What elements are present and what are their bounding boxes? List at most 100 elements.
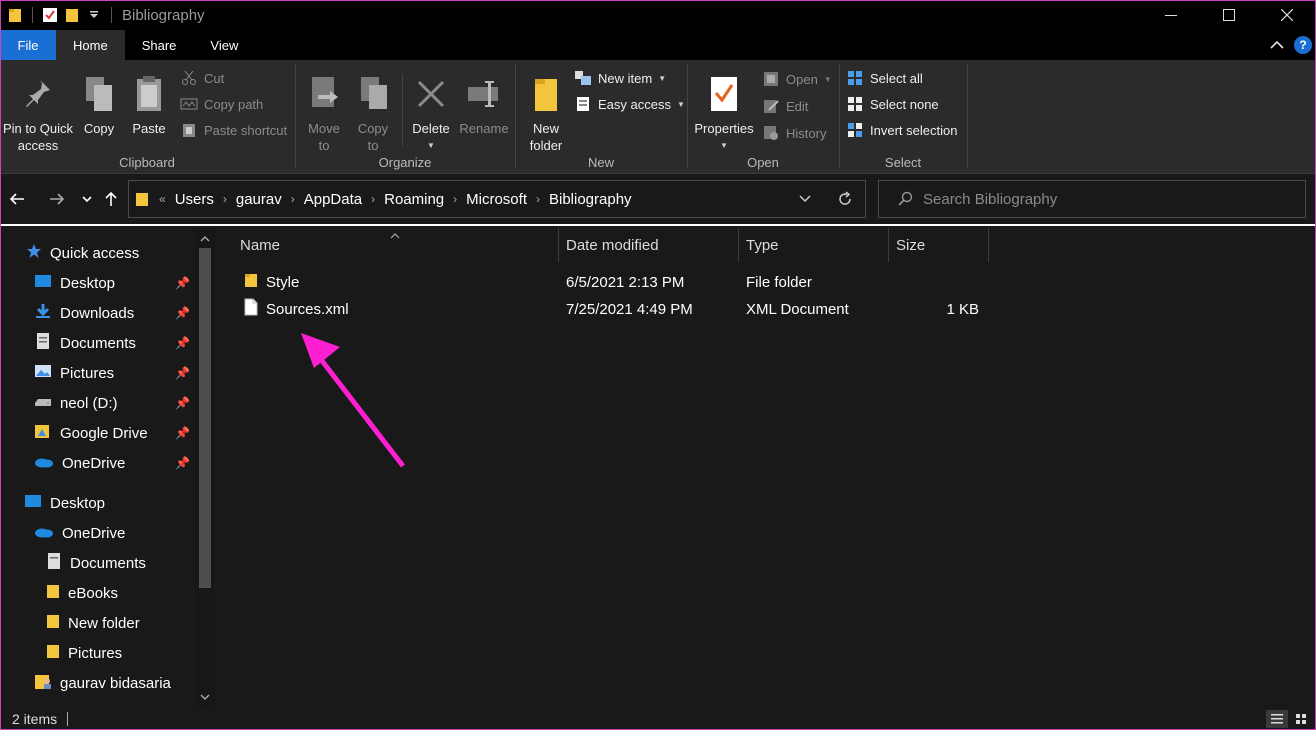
minimize-button[interactable] xyxy=(1142,0,1200,30)
paste-button[interactable]: Paste xyxy=(126,72,172,137)
select-all-button[interactable]: Select all xyxy=(846,67,923,89)
details-view-icon[interactable] xyxy=(1266,710,1288,728)
select-none-icon xyxy=(846,95,864,113)
scroll-up-icon[interactable] xyxy=(195,230,215,248)
navpane-scrollbar[interactable] xyxy=(195,228,215,708)
folder-icon xyxy=(4,4,26,26)
copy-path-button[interactable]: Copy path xyxy=(180,93,263,115)
maximize-button[interactable] xyxy=(1200,0,1258,30)
file-size xyxy=(896,269,979,295)
invert-selection-icon xyxy=(846,121,864,139)
nav-downloads[interactable]: Downloads 📌 xyxy=(34,298,190,328)
pin-icon: 📌 xyxy=(175,276,190,290)
organize-group-label: Organize xyxy=(378,155,432,170)
back-arrow-icon[interactable] xyxy=(6,188,28,210)
table-row[interactable]: Sources.xml 7/25/2021 4:49 PM XML Docume… xyxy=(236,296,996,322)
nav-desktop-pinned[interactable]: Desktop 📌 xyxy=(34,268,190,298)
tab-share[interactable]: Share xyxy=(125,30,194,60)
documents-icon xyxy=(46,552,62,574)
search-box[interactable] xyxy=(878,180,1306,218)
breadcrumb-overflow[interactable]: « xyxy=(159,192,166,206)
search-input[interactable] xyxy=(923,190,1283,208)
properties-icon[interactable] xyxy=(39,4,61,26)
paste-shortcut-button[interactable]: Paste shortcut xyxy=(180,119,287,141)
tab-view[interactable]: View xyxy=(193,30,255,60)
copy-button[interactable]: Copy xyxy=(78,72,120,137)
history-icon xyxy=(762,124,780,142)
move-to-button[interactable]: Move to xyxy=(302,72,346,154)
new-folder-icon[interactable] xyxy=(61,4,83,26)
tab-file[interactable]: File xyxy=(0,30,56,60)
open-group: Properties ▼ Open ▼ Edit History Open xyxy=(688,60,838,174)
select-none-button[interactable]: Select none xyxy=(846,93,939,115)
copy-to-button[interactable]: Copy to xyxy=(352,72,394,154)
nav-desktop-root[interactable]: Desktop xyxy=(24,488,214,518)
nav-pictures[interactable]: Pictures 📌 xyxy=(34,358,190,388)
close-button[interactable] xyxy=(1258,0,1316,30)
file-size: 1 KB xyxy=(946,300,979,318)
open-button[interactable]: Open ▼ xyxy=(762,68,832,90)
column-header-size[interactable]: Size xyxy=(888,228,988,262)
file-date: 7/25/2021 4:49 PM xyxy=(566,300,693,318)
recent-locations-chevron-icon[interactable] xyxy=(76,188,98,210)
table-row[interactable]: Style 6/5/2021 2:13 PM File folder xyxy=(236,269,996,295)
item-count: 2 items xyxy=(12,711,58,727)
column-header-type[interactable]: Type xyxy=(738,228,888,262)
scissors-icon xyxy=(180,69,198,87)
edit-button[interactable]: Edit xyxy=(762,95,808,117)
nav-documents[interactable]: Documents 📌 xyxy=(34,328,190,358)
delete-x-icon xyxy=(411,72,451,116)
download-icon xyxy=(34,303,52,323)
breadcrumb-microsoft[interactable]: Microsoft xyxy=(457,191,536,208)
file-name: Style xyxy=(266,273,300,291)
scrollbar-thumb[interactable] xyxy=(199,248,211,588)
easy-access-button[interactable]: Easy access ▼ xyxy=(574,93,685,115)
tab-home[interactable]: Home xyxy=(56,30,125,60)
nav-google-drive[interactable]: Google Drive 📌 xyxy=(34,418,190,448)
address-dropdown-chevron-icon[interactable] xyxy=(785,181,825,217)
nav-drive-d[interactable]: neol (D:) 📌 xyxy=(34,388,190,418)
file-type: XML Document xyxy=(746,300,849,318)
sort-ascending-icon xyxy=(390,226,400,242)
breadcrumb-bibliography[interactable]: Bibliography xyxy=(540,191,641,208)
documents-icon xyxy=(34,332,52,354)
history-button[interactable]: History xyxy=(762,122,826,144)
nav-quick-access[interactable]: Quick access xyxy=(26,238,216,268)
properties-button[interactable]: Properties ▼ xyxy=(692,72,756,154)
customize-qat-icon[interactable] xyxy=(83,4,105,26)
new-group-label: New xyxy=(587,155,614,170)
forward-arrow-icon[interactable] xyxy=(46,188,68,210)
rename-button[interactable]: Rename xyxy=(458,72,510,137)
new-item-button[interactable]: New item ▼ xyxy=(574,67,666,89)
collapse-ribbon-icon[interactable] xyxy=(1270,37,1284,53)
large-icons-view-icon[interactable] xyxy=(1290,710,1312,728)
navigation-bar: « Users › gaurav › AppData › Roaming › M… xyxy=(0,174,1316,226)
desktop-icon xyxy=(34,274,52,292)
title-bar: Bibliography xyxy=(0,0,1316,30)
refresh-icon[interactable] xyxy=(825,181,865,217)
breadcrumb-appdata[interactable]: AppData xyxy=(295,191,371,208)
breadcrumb-gaurav[interactable]: gaurav xyxy=(227,191,291,208)
copy-to-icon xyxy=(353,72,393,116)
paste-icon xyxy=(129,72,169,116)
folder-icon xyxy=(46,643,60,663)
clipboard-group: Pin to Quick access Copy Paste Cut Copy … xyxy=(0,60,294,174)
column-header-date-modified[interactable]: Date modified xyxy=(558,228,738,262)
breadcrumb-roaming[interactable]: Roaming xyxy=(375,191,453,208)
breadcrumb-users[interactable]: Users xyxy=(166,191,223,208)
clipboard-group-label: Clipboard xyxy=(119,155,175,170)
cut-button[interactable]: Cut xyxy=(180,67,224,89)
scroll-down-icon[interactable] xyxy=(195,688,215,706)
organize-group: Move to Copy to Delete ▼ Rename Organize xyxy=(296,60,514,174)
new-item-icon xyxy=(574,69,592,87)
drive-icon xyxy=(34,395,52,412)
invert-selection-button[interactable]: Invert selection xyxy=(846,119,957,141)
help-icon[interactable]: ? xyxy=(1294,36,1312,54)
address-bar[interactable]: « Users › gaurav › AppData › Roaming › M… xyxy=(128,180,866,218)
move-to-icon xyxy=(304,72,344,116)
new-folder-button[interactable]: New folder xyxy=(524,72,568,154)
pin-to-quick-access-button[interactable]: Pin to Quick access xyxy=(2,72,74,154)
up-arrow-icon[interactable] xyxy=(100,188,122,210)
delete-button[interactable]: Delete ▼ xyxy=(408,72,454,154)
nav-onedrive-pinned[interactable]: OneDrive 📌 xyxy=(34,448,190,478)
